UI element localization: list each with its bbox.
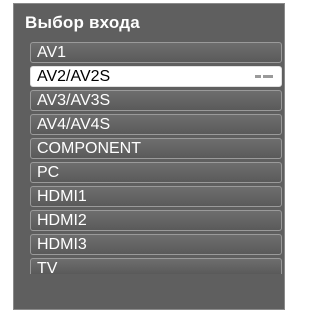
input-item-label: COMPONENT bbox=[37, 140, 141, 157]
input-item-hdmi3[interactable]: HDMI3 bbox=[30, 234, 282, 255]
input-item-label: PC bbox=[37, 164, 60, 181]
input-item-hdmi2[interactable]: HDMI2 bbox=[30, 210, 282, 231]
input-item-av1[interactable]: AV1 bbox=[30, 42, 282, 63]
menu-title: Выбор входа bbox=[25, 13, 140, 32]
input-item-av2-selected[interactable]: AV2/AV2S bbox=[30, 66, 282, 87]
input-item-label: AV1 bbox=[37, 44, 67, 61]
input-item-label: HDMI3 bbox=[37, 236, 87, 253]
input-item-av4[interactable]: AV4/AV4S bbox=[30, 114, 282, 135]
input-item-hdmi1[interactable]: HDMI1 bbox=[30, 186, 282, 207]
input-list: AV1 AV2/AV2S AV3/AV3S AV4/AV4S COMPONENT… bbox=[30, 42, 282, 277]
input-item-label: TV bbox=[37, 260, 58, 277]
selection-indicator-icon bbox=[255, 75, 273, 78]
input-item-pc[interactable]: PC bbox=[30, 162, 282, 183]
input-item-label: AV2/AV2S bbox=[37, 68, 111, 85]
input-item-label: AV4/AV4S bbox=[37, 116, 111, 133]
input-item-tv[interactable]: TV bbox=[30, 258, 282, 277]
input-item-label: AV3/AV3S bbox=[37, 92, 111, 109]
input-select-menu: Выбор входа AV1 AV2/AV2S AV3/AV3S AV4/AV… bbox=[13, 3, 285, 310]
input-item-label: HDMI1 bbox=[37, 188, 87, 205]
input-item-component[interactable]: COMPONENT bbox=[30, 138, 282, 159]
input-item-label: HDMI2 bbox=[37, 212, 87, 229]
input-item-av3[interactable]: AV3/AV3S bbox=[30, 90, 282, 111]
